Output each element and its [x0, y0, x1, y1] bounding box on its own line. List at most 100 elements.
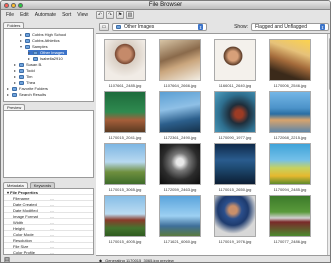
- metadata-section-label: File Properties: [10, 189, 38, 195]
- disclosure-triangle-icon[interactable]: ▾: [20, 44, 23, 49]
- metadata-value: ---: [50, 249, 54, 255]
- file-browser-window: File Browser File Edit Automate Sort Vie…: [0, 0, 331, 263]
- disclosure-triangle-icon[interactable]: ▸: [14, 68, 17, 73]
- disclosure-triangle-icon[interactable]: ▸: [7, 92, 10, 97]
- menu-view[interactable]: View: [77, 12, 88, 18]
- panel-icon: ▤: [4, 256, 10, 263]
- location-select[interactable]: Other Images ⇕: [112, 23, 207, 31]
- metadata-row: Date Modified ---: [4, 208, 93, 213]
- metadata-row: Width ---: [4, 220, 93, 225]
- metadata-value: ---: [50, 243, 54, 249]
- tree-item-label: Favorite Folders: [19, 86, 48, 91]
- tree-item[interactable]: ▸ Cobbs Athletics: [20, 38, 60, 43]
- rotate-right-button[interactable]: ↷: [106, 11, 114, 19]
- rotate-right-icon: ↷: [107, 12, 113, 18]
- info-icon: ◆: [99, 257, 103, 263]
- metadata-row: Resolution ---: [4, 238, 93, 243]
- metadata-key: Date Created: [13, 201, 37, 207]
- metadata-value: ---: [50, 231, 54, 237]
- tree-item[interactable]: ▸ Tim: [14, 74, 33, 79]
- menu-edit[interactable]: Edit: [20, 12, 29, 18]
- disclosure-triangle-icon[interactable]: ▸: [28, 56, 31, 61]
- metadata-section-header[interactable]: ▾ File Properties: [4, 190, 93, 195]
- tree-item-label: Thea: [26, 80, 36, 85]
- disclosure-triangle-icon[interactable]: ▸: [28, 50, 31, 55]
- show-value: Flagged and Unflagged: [255, 24, 307, 30]
- disclosure-triangle-icon[interactable]: ▸: [20, 32, 23, 37]
- disclosure-triangle-icon[interactable]: ▸: [14, 80, 17, 85]
- folder-icon: [12, 92, 17, 97]
- metadata-key: Image Format: [13, 213, 38, 219]
- thumbnail-image: [269, 195, 311, 237]
- folder-icon: ▭: [101, 24, 107, 30]
- metadata-key: File Size: [13, 243, 29, 249]
- metadata-key: Filename: [13, 195, 30, 201]
- metadata-row: Height ---: [4, 226, 93, 231]
- metadata-panel: ▾ File Properties Filename --- Date Creat…: [3, 188, 94, 255]
- thumbnail-image: [269, 91, 311, 133]
- tree-item[interactable]: ▾ Samples: [20, 44, 48, 49]
- metadata-key: Width: [13, 219, 24, 225]
- folder-icon: [12, 86, 17, 91]
- tree-item-selected[interactable]: ▸ Other Images: [28, 50, 68, 55]
- metadata-value: ---: [50, 207, 54, 213]
- tree-item-label: Cobbs High School: [32, 32, 67, 37]
- thumbnail-caption: 1107664_2666.jpg: [163, 83, 197, 88]
- folder-icon: [33, 56, 38, 61]
- tree-item-label: Samples: [32, 44, 48, 49]
- tree-item[interactable]: ▸ Cobbs High School: [20, 32, 66, 37]
- menu-file[interactable]: File: [6, 12, 14, 18]
- thumbnail-caption: 1172059_2463.jpg: [163, 187, 197, 192]
- menu-bar: File Edit Automate Sort View: [1, 10, 95, 20]
- tree-item[interactable]: ▸ Search Results: [7, 92, 46, 97]
- show-label: Show:: [234, 24, 248, 30]
- tree-item[interactable]: ▸ Thea: [14, 80, 35, 85]
- flag-icon: ⚑: [117, 12, 123, 18]
- location-label: Other Images: [124, 24, 155, 30]
- thumbnail-caption: 1170094_2485.jpg: [273, 187, 307, 192]
- thumbnail-caption: 1107661_2485.jpg: [108, 83, 142, 88]
- thumbnail-image: [159, 195, 201, 237]
- folder-icon: [19, 80, 24, 85]
- tree-item[interactable]: ▸ Todd: [14, 68, 35, 73]
- folder-up-button[interactable]: ▭: [99, 23, 109, 31]
- metadata-key: Color Mode: [13, 231, 34, 237]
- disclosure-triangle-icon[interactable]: ▸: [14, 62, 17, 67]
- thumbnail-image: [214, 39, 256, 81]
- thumbnail-caption: 1166011_2640.jpg: [218, 83, 252, 88]
- tree-item-label: Susan B.: [26, 62, 43, 67]
- rotate-left-icon: ↶: [97, 12, 103, 18]
- thumbnail-image: [104, 195, 146, 237]
- tree-item[interactable]: ▸ Susan B.: [14, 62, 42, 67]
- status-text: Generating 1170015_3065.jpg preview: [105, 257, 174, 263]
- menu-sort[interactable]: Sort: [62, 12, 71, 18]
- flag-button[interactable]: ⚑: [116, 11, 124, 19]
- disclosure-triangle-icon[interactable]: ▸: [7, 86, 10, 91]
- delete-button[interactable]: ▥: [126, 11, 134, 19]
- rotate-left-button[interactable]: ↶: [96, 11, 104, 19]
- folder-icon: [25, 44, 30, 49]
- vertical-scrollbar[interactable]: [327, 34, 330, 255]
- tree-item-label: Isabella2910: [40, 56, 63, 61]
- thumbnail-caption: 1170015_2041.jpg: [108, 135, 142, 140]
- tree-item[interactable]: ▸ Favorite Folders: [7, 86, 48, 91]
- folder-icon: [19, 74, 24, 79]
- disclosure-triangle-icon[interactable]: ▸: [14, 74, 17, 79]
- thumbnail-image: [269, 143, 311, 185]
- thumbnail-image: [104, 91, 146, 133]
- metadata-row: Filename ---: [4, 196, 93, 201]
- status-bar: ◆ Generating 1170015_3065.jpg preview: [96, 255, 330, 263]
- disclosure-triangle-icon[interactable]: ▸: [20, 38, 23, 43]
- thumbnail-image: [269, 39, 311, 81]
- tree-item[interactable]: ▸ Isabella2910: [28, 56, 63, 61]
- toggle-panels-button[interactable]: ▤: [4, 256, 10, 263]
- menu-automate[interactable]: Automate: [35, 12, 56, 18]
- thumbnail-image: [214, 143, 256, 185]
- metadata-key: Height: [13, 225, 25, 231]
- show-select[interactable]: Flagged and Unflagged ⇕: [251, 23, 329, 31]
- metadata-row: Color Mode ---: [4, 232, 93, 237]
- metadata-key: Color Profile: [13, 249, 36, 255]
- thumbnail-caption: 1172068_2215.jpg: [273, 135, 307, 140]
- metadata-row: Image Format ---: [4, 214, 93, 219]
- metadata-value: ---: [50, 225, 54, 231]
